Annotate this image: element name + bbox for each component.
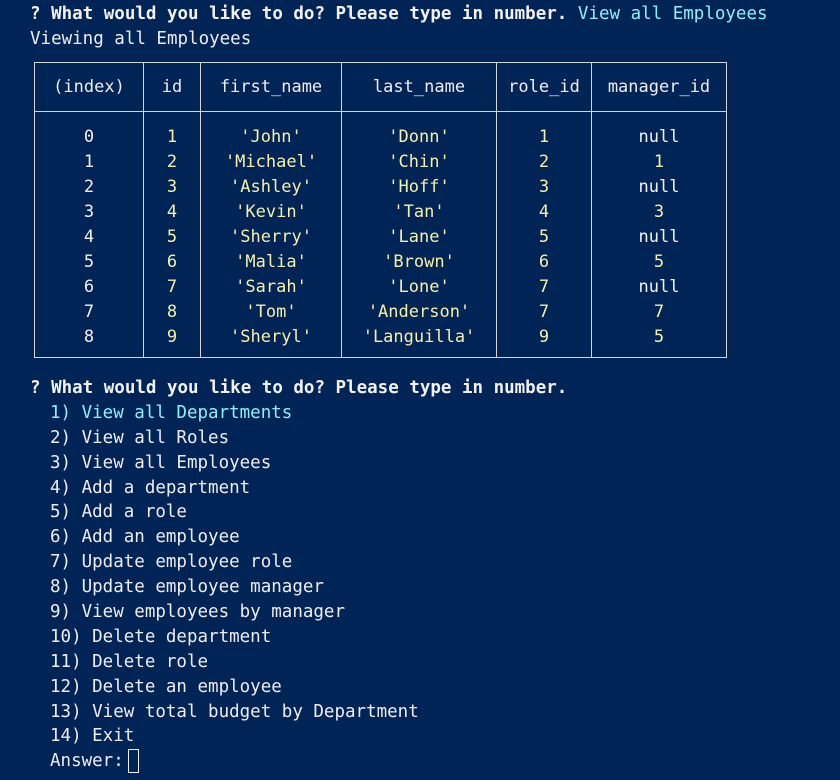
cell-first-name: 'Ashley' xyxy=(200,174,342,199)
cell-first-name: 'Kevin' xyxy=(200,199,342,224)
cell-first-name: 'Tom' xyxy=(200,299,342,324)
table-row: 6 7 'Sarah' 'Lone' 7 null xyxy=(34,274,727,299)
cell-id: 1 xyxy=(143,111,201,149)
cell-id: 2 xyxy=(143,149,201,174)
col-manager-id-header: manager_id xyxy=(591,62,727,112)
cell-last-name: 'Donn' xyxy=(341,111,497,149)
cell-manager-id: 5 xyxy=(591,324,727,358)
cell-index: 4 xyxy=(34,224,144,249)
cell-manager-id: null xyxy=(591,111,727,149)
menu-option[interactable]: 9) View employees by manager xyxy=(30,600,830,625)
table-row: 4 5 'Sherry' 'Lane' 5 null xyxy=(34,224,727,249)
menu-option[interactable]: 8) Update employee manager xyxy=(30,575,830,600)
cell-last-name: 'Anderson' xyxy=(341,299,497,324)
answer-label: Answer: xyxy=(50,751,124,772)
cell-index: 0 xyxy=(34,111,144,149)
cell-index: 3 xyxy=(34,199,144,224)
table-row: 3 4 'Kevin' 'Tan' 4 3 xyxy=(34,199,727,224)
prompt-answer: View all Employees xyxy=(577,4,768,24)
cell-role-id: 5 xyxy=(496,224,592,249)
cell-id: 9 xyxy=(143,324,201,358)
cell-index: 5 xyxy=(34,249,144,274)
menu-option[interactable]: 2) View all Roles xyxy=(30,426,830,451)
cell-id: 8 xyxy=(143,299,201,324)
cell-index: 2 xyxy=(34,174,144,199)
col-first-name-header: first_name xyxy=(200,62,342,112)
cell-role-id: 7 xyxy=(496,299,592,324)
menu-option[interactable]: 6) Add an employee xyxy=(30,525,830,550)
cell-first-name: 'Malia' xyxy=(200,249,342,274)
cell-role-id: 3 xyxy=(496,174,592,199)
answer-line[interactable]: Answer: xyxy=(30,749,830,774)
cell-manager-id: 1 xyxy=(591,149,727,174)
cell-id: 5 xyxy=(143,224,201,249)
cell-last-name: 'Lone' xyxy=(341,274,497,299)
cell-first-name: 'Sarah' xyxy=(200,274,342,299)
table-row: 1 2 'Michael' 'Chin' 2 1 xyxy=(34,149,727,174)
table-body: 0 1 'John' 'Donn' 1 null 1 2 'Michael' 'Chin' 2 1 2 3… xyxy=(34,111,727,358)
cell-id: 4 xyxy=(143,199,201,224)
menu-option[interactable]: 12) Delete an employee xyxy=(30,675,830,700)
cell-role-id: 1 xyxy=(496,111,592,149)
col-id-header: id xyxy=(143,62,201,112)
table-row: 7 8 'Tom' 'Anderson' 7 7 xyxy=(34,299,727,324)
col-last-name-header: last_name xyxy=(341,62,497,112)
cell-role-id: 9 xyxy=(496,324,592,358)
cell-manager-id: null xyxy=(591,274,727,299)
col-role-id-header: role_id xyxy=(496,62,592,112)
cell-last-name: 'Hoff' xyxy=(341,174,497,199)
prompt-line: ? What would you like to do? Please type… xyxy=(30,2,830,27)
terminal-output: ? What would you like to do? Please type… xyxy=(30,2,830,52)
cell-last-name: 'Chin' xyxy=(341,149,497,174)
menu-prompt: ? What would you like to do? Please type… xyxy=(30,376,830,774)
cell-id: 3 xyxy=(143,174,201,199)
menu-option[interactable]: 4) Add a department xyxy=(30,476,830,501)
cell-role-id: 7 xyxy=(496,274,592,299)
cell-last-name: 'Languilla' xyxy=(341,324,497,358)
table-header-row: (index) id first_name last_name role_id … xyxy=(34,62,727,112)
cell-id: 7 xyxy=(143,274,201,299)
menu-option[interactable]: 11) Delete role xyxy=(30,650,830,675)
cell-last-name: 'Lane' xyxy=(341,224,497,249)
cell-role-id: 2 xyxy=(496,149,592,174)
cell-manager-id: 7 xyxy=(591,299,727,324)
text-cursor[interactable] xyxy=(127,749,139,774)
cell-id: 6 xyxy=(143,249,201,274)
cell-manager-id: null xyxy=(591,174,727,199)
table-row: 2 3 'Ashley' 'Hoff' 3 null xyxy=(34,174,727,199)
cell-first-name: 'John' xyxy=(200,111,342,149)
cell-role-id: 4 xyxy=(496,199,592,224)
menu-option[interactable]: 7) Update employee role xyxy=(30,550,830,575)
cell-manager-id: 3 xyxy=(591,199,727,224)
menu-option[interactable]: 13) View total budget by Department xyxy=(30,700,830,725)
cell-index: 1 xyxy=(34,149,144,174)
cell-first-name: 'Sheryl' xyxy=(200,324,342,358)
cell-role-id: 6 xyxy=(496,249,592,274)
prompt-question: ? What would you like to do? Please type… xyxy=(30,4,568,24)
table-row: 8 9 'Sheryl' 'Languilla' 9 5 xyxy=(34,324,727,358)
menu-option[interactable]: 3) View all Employees xyxy=(30,451,830,476)
menu-option[interactable]: 5) Add a role xyxy=(30,500,830,525)
menu-question: ? What would you like to do? Please type… xyxy=(30,378,568,398)
menu-option[interactable]: 14) Exit xyxy=(30,724,830,749)
status-line: Viewing all Employees xyxy=(30,28,252,49)
cell-manager-id: 5 xyxy=(591,249,727,274)
table-row: 5 6 'Malia' 'Brown' 6 5 xyxy=(34,249,727,274)
table-row: 0 1 'John' 'Donn' 1 null xyxy=(34,111,727,149)
cell-last-name: 'Brown' xyxy=(341,249,497,274)
employees-table: (index) id first_name last_name role_id … xyxy=(34,62,727,358)
menu-option[interactable]: 10) Delete department xyxy=(30,625,830,650)
cell-index: 6 xyxy=(34,274,144,299)
cell-index: 7 xyxy=(34,299,144,324)
cell-last-name: 'Tan' xyxy=(341,199,497,224)
cell-first-name: 'Michael' xyxy=(200,149,342,174)
cell-manager-id: null xyxy=(591,224,727,249)
cell-index: 8 xyxy=(34,324,144,358)
col-index-header: (index) xyxy=(34,62,144,112)
menu-options: 1) View all Departments 2) View all Roles… xyxy=(30,401,830,749)
cell-first-name: 'Sherry' xyxy=(200,224,342,249)
menu-option[interactable]: 1) View all Departments xyxy=(30,401,830,426)
